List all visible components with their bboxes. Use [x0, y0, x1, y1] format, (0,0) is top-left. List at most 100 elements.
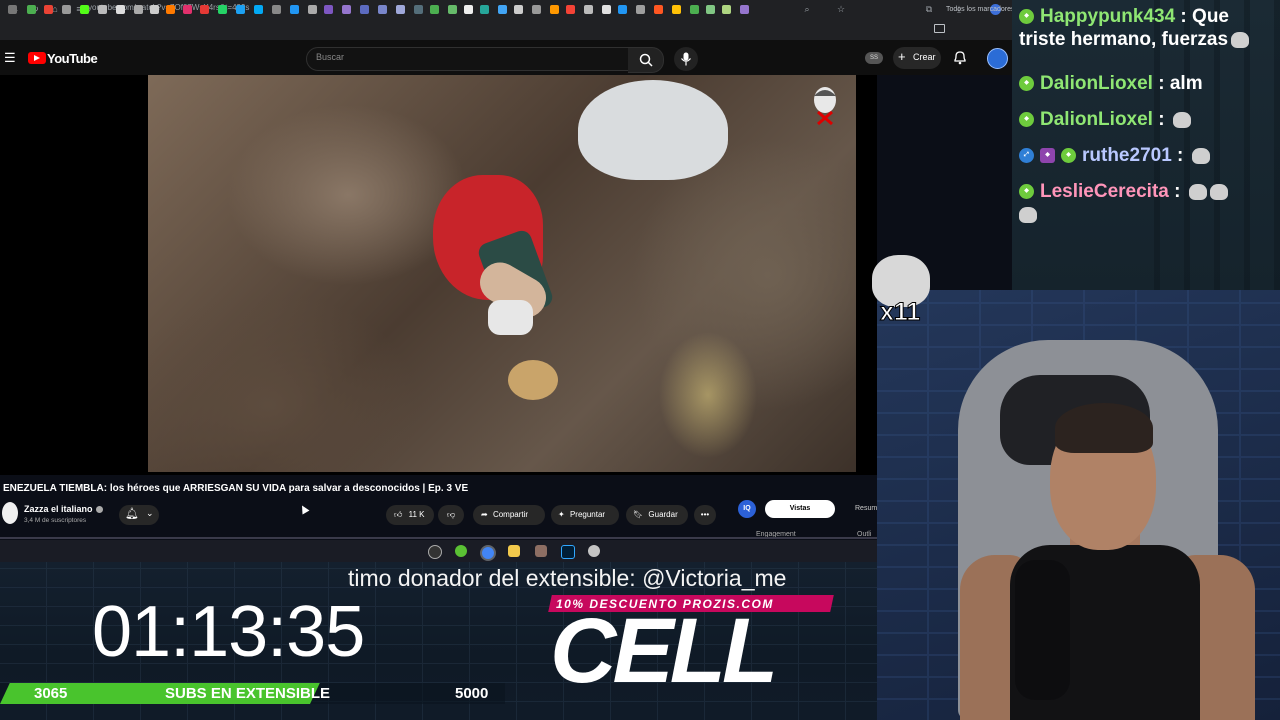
sparkle-icon: ✦: [558, 510, 565, 519]
channel-subscribers: 3,4 M de suscriptores: [24, 517, 87, 524]
bookmark-icon[interactable]: [396, 5, 405, 14]
gmail-icon[interactable]: [44, 5, 53, 14]
subscription-bell-button[interactable]: 🔔︎ ⌄: [119, 505, 159, 525]
tab-resumen[interactable]: Resum: [855, 505, 877, 512]
ss-badge[interactable]: SS: [865, 52, 883, 64]
dislike-button[interactable]: 👎︎: [438, 505, 464, 525]
tab-vistas[interactable]: Vistas: [765, 500, 835, 518]
cat-emote-icon: [1231, 31, 1250, 48]
bookmark-icon[interactable]: [430, 5, 439, 14]
bookmark-icon[interactable]: [414, 5, 423, 14]
bookmark-icon[interactable]: [116, 5, 125, 14]
bookmark-icon[interactable]: [636, 5, 645, 14]
bookmark-icon[interactable]: [98, 5, 107, 14]
x-icon[interactable]: [62, 5, 71, 14]
bookmark-icon[interactable]: [254, 5, 263, 14]
bookmark-icon[interactable]: [378, 5, 387, 14]
bookmark-icon[interactable]: [690, 5, 699, 14]
channel-name[interactable]: Zazza el italiano: [24, 504, 93, 514]
badge-icon: ⤢: [1019, 148, 1034, 164]
bookmark-icon[interactable]: [618, 5, 627, 14]
glove: [488, 300, 533, 335]
chat-username: DalionLioxel: [1040, 73, 1153, 94]
bookmark-icon[interactable]: [290, 5, 299, 14]
bookmark-icon[interactable]: [706, 5, 715, 14]
search-button[interactable]: [628, 47, 664, 73]
bell-icon: 🔔︎: [125, 508, 139, 520]
notifications-bell-icon[interactable]: [953, 50, 967, 65]
hamburger-menu-icon[interactable]: ☰: [4, 50, 16, 66]
bookmark-icon[interactable]: [532, 5, 541, 14]
channel-watermark-icon[interactable]: [810, 86, 840, 126]
iq-extension-icon[interactable]: IQ: [738, 500, 756, 518]
account-avatar[interactable]: [987, 48, 1008, 69]
bookmark-icon[interactable]: [200, 5, 209, 14]
search-input[interactable]: [306, 47, 630, 71]
bookmark-icon[interactable]: [236, 5, 245, 14]
zoom-icon[interactable]: ⌕: [802, 3, 812, 15]
bookmark-icon[interactable]: [27, 5, 36, 14]
like-button[interactable]: 👍︎ 11 K: [386, 505, 434, 525]
app-icon[interactable]: [588, 545, 600, 557]
bookmark-icon[interactable]: [464, 5, 473, 14]
bookmark-icon[interactable]: [602, 5, 611, 14]
ask-button[interactable]: ✦ Preguntar: [551, 505, 619, 525]
bookmark-icon[interactable]: [654, 5, 663, 14]
bookmark-icon[interactable]: [498, 5, 507, 14]
cell-logo: CELL: [550, 600, 778, 702]
divider: [0, 537, 877, 539]
save-button[interactable]: 🔖︎ Guardar: [626, 505, 688, 525]
chrome-icon[interactable]: [480, 545, 496, 561]
ask-label: Preguntar: [569, 510, 606, 519]
app-icon[interactable]: [535, 545, 547, 557]
more-actions-button[interactable]: •••: [694, 505, 716, 525]
bookmark-icon[interactable]: [166, 5, 175, 14]
youtube-logo-text[interactable]: YouTube: [47, 51, 98, 66]
badge-icon: ◆: [1019, 76, 1034, 92]
save-label: Guardar: [648, 510, 678, 519]
bookmark-icon[interactable]: [342, 5, 351, 14]
verified-icon: [96, 506, 103, 513]
bookmark-icon[interactable]: [324, 5, 333, 14]
bookmark-icon[interactable]: [672, 5, 681, 14]
chat-username: ruthe2701: [1082, 145, 1172, 166]
bookmark-icon[interactable]: [8, 5, 17, 14]
share-button[interactable]: ➦ Compartir: [473, 505, 545, 525]
all-bookmarks-folder[interactable]: Todos los marcadores: [946, 6, 1014, 13]
extensions-icon[interactable]: ⧉: [924, 3, 934, 15]
bookmark-icon[interactable]: [584, 5, 593, 14]
bookmark-icon[interactable]: [448, 5, 457, 14]
bookmark-icon[interactable]: [740, 5, 749, 14]
cat-emote-icon: [1188, 183, 1207, 200]
bookmarks-bar: [0, 19, 1012, 41]
bookmark-icon[interactable]: [480, 5, 489, 14]
bookmark-icon[interactable]: [566, 5, 575, 14]
photoshop-icon[interactable]: [561, 545, 575, 559]
bookmark-icon[interactable]: [150, 5, 159, 14]
file-explorer-icon[interactable]: [508, 545, 520, 557]
microphone-arm: [1015, 560, 1070, 700]
whatsapp-icon[interactable]: [218, 5, 227, 14]
bookmark-icon[interactable]: [514, 5, 523, 14]
share-icon: ➦: [481, 510, 488, 519]
bookmark-icon[interactable]: [308, 5, 317, 14]
bookmark-star-icon[interactable]: ☆: [836, 3, 846, 15]
channel-avatar[interactable]: [2, 502, 18, 524]
badge-icon: ◆: [1040, 148, 1055, 164]
app-icon[interactable]: [455, 545, 467, 557]
bookmark-icon[interactable]: [272, 5, 281, 14]
voice-search-button[interactable]: [674, 47, 698, 71]
thumbs-up-icon: 👍︎: [394, 510, 403, 519]
bookmark-icon[interactable]: [550, 5, 559, 14]
cat-emote-icon: [1191, 147, 1210, 164]
search-icon: [639, 53, 653, 67]
video-frame[interactable]: [148, 75, 856, 472]
bookmark-icon[interactable]: [722, 5, 731, 14]
hard-hat: [578, 80, 728, 180]
bookmark-icon[interactable]: [134, 5, 143, 14]
instagram-icon[interactable]: [183, 5, 192, 14]
cat-emote-icon: [1209, 183, 1228, 200]
bookmark-icon[interactable]: [360, 5, 369, 14]
obs-icon[interactable]: [428, 545, 442, 559]
kick-icon[interactable]: [80, 5, 89, 14]
